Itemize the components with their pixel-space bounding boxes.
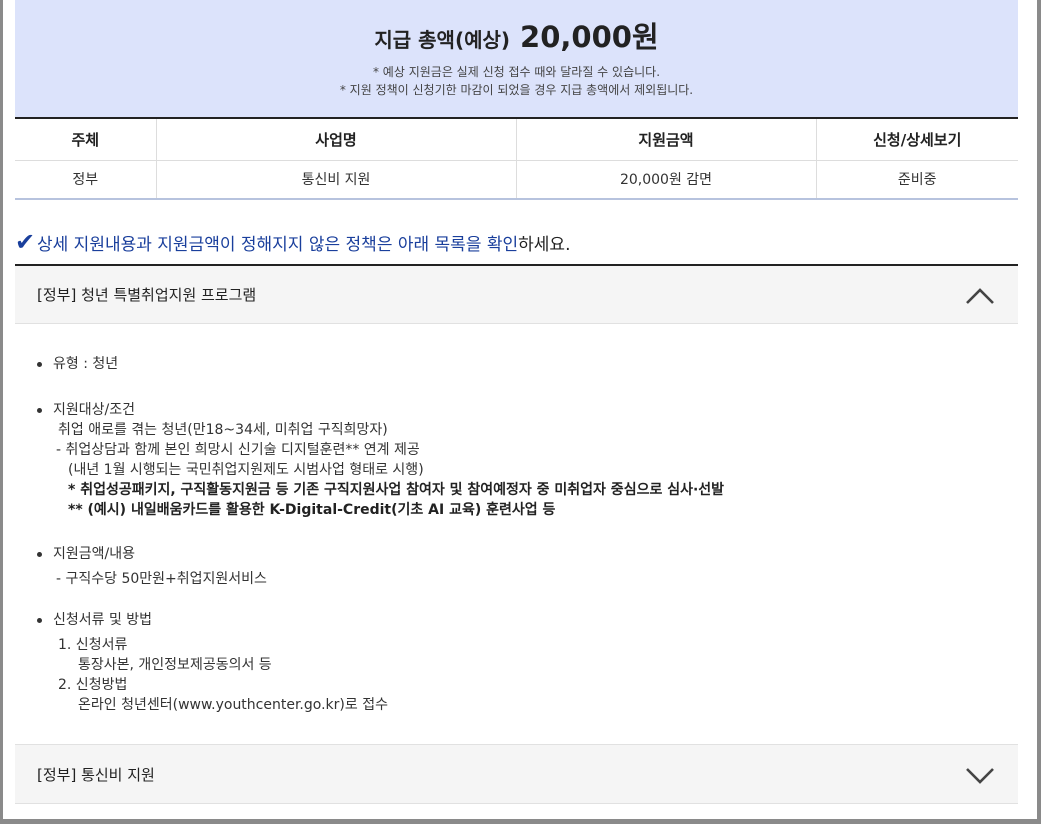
section-line: - 구직수당 50만원+취업지원서비스	[56, 571, 267, 587]
section-line: 1. 신청서류	[58, 637, 128, 653]
notice-line: ✔ 상세 지원내용과 지원금액이 정해지지 않은 정책은 아래 목록을 확인 하세…	[15, 228, 1018, 256]
section-heading: 유형 : 청년	[15, 354, 1018, 374]
chevron-up-icon[interactable]	[964, 280, 996, 312]
section-line: 통장사본, 개인정보제공동의서 등	[78, 657, 272, 673]
section-type: 유형 : 청년	[15, 354, 1018, 374]
notice-text: 상세 지원내용과 지원금액이 정해지지 않은 정책은 아래 목록을 확인	[37, 234, 519, 255]
table-cell-amount: 20,000원 감면	[516, 160, 817, 199]
section-line: 온라인 청년센터(www.youthcenter.go.kr)로 접수	[78, 697, 388, 713]
content: 지급 총액(예상) 20,000원 * 예상 지원금은 실제 신청 접수 때와 …	[15, 0, 1018, 819]
table-cell-agency: 정부	[15, 160, 157, 199]
accordion-header-youth-program[interactable]: [정부] 청년 특별취업지원 프로그램	[15, 264, 1018, 324]
section-eligibility: 지원대상/조건 취업 애로를 겪는 청년(만18~34세, 미취업 구직희망자)…	[15, 400, 1018, 520]
summary-panel: 지급 총액(예상) 20,000원 * 예상 지원금은 실제 신청 접수 때와 …	[15, 0, 1018, 117]
chevron-down-icon[interactable]	[964, 759, 996, 791]
section-application: 신청서류 및 방법 1. 신청서류 통장사본, 개인정보제공동의서 등 2. 신…	[15, 610, 1018, 715]
accordion-title: [정부] 통신비 지원	[37, 765, 155, 784]
page-frame: 지급 총액(예상) 20,000원 * 예상 지원금은 실제 신청 접수 때와 …	[0, 0, 1041, 824]
total-amount: 20,000원	[520, 20, 659, 54]
notice-suffix: 하세요.	[518, 234, 571, 255]
section-heading: 신청서류 및 방법	[15, 610, 1018, 630]
table-cell-status: 준비중	[897, 172, 937, 189]
total-line: 지급 총액(예상) 20,000원	[15, 14, 1018, 56]
section-line: (내년 1월 시행되는 국민취업지원제도 시범사업 형태로 시행)	[68, 462, 424, 478]
section-heading: 지원금액/내용	[15, 544, 1018, 564]
section-heading: 지원대상/조건	[15, 400, 1018, 420]
section-amount: 지원금액/내용 - 구직수당 50만원+취업지원서비스	[15, 544, 1018, 589]
accordion-title: [정부] 청년 특별취업지원 프로그램	[37, 286, 257, 304]
section-line: - 취업상담과 함께 본인 희망시 신기술 디지털훈련** 연계 제공	[56, 442, 420, 458]
column-header: 사업명	[156, 118, 517, 161]
column-header: 신청/상세보기	[816, 118, 1018, 161]
accordion-header-telecom-subsidy[interactable]: [정부] 통신비 지원	[15, 744, 1018, 804]
accordion-body: 유형 : 청년 지원대상/조건 취업 애로를 겪는 청년(만18~34세, 미취…	[15, 324, 1018, 744]
summary-note: * 지원 정책이 신청기한 마감이 되었을 경우 지급 총액에서 제외됩니다.	[339, 83, 694, 97]
total-label: 지급 총액(예상)	[374, 28, 511, 52]
summary-note: * 예상 지원금은 실제 신청 접수 때와 달라질 수 있습니다.	[372, 65, 661, 79]
section-line: 2. 신청방법	[58, 677, 128, 693]
section-footnote: * 취업성공패키지, 구직활동지원금 등 기존 구직지원사업 참여자 및 참여예…	[68, 482, 725, 498]
benefit-table: 주체 사업명 지원금액 신청/상세보기 정부 통신비 지원 20,000원 감면…	[15, 117, 1018, 200]
column-header: 지원금액	[516, 118, 817, 161]
table-row: 정부 통신비 지원 20,000원 감면 준비중	[15, 160, 1018, 199]
checkmark-icon: ✔	[15, 228, 36, 256]
table-header-row: 주체 사업명 지원금액 신청/상세보기	[15, 118, 1018, 161]
column-header: 주체	[15, 118, 157, 161]
table-cell-program: 통신비 지원	[156, 160, 517, 199]
section-line: 취업 애로를 겪는 청년(만18~34세, 미취업 구직희망자)	[58, 422, 388, 438]
section-footnote: ** (예시) 내일배움카드를 활용한 K-Digital-Credit(기초 …	[68, 502, 556, 518]
